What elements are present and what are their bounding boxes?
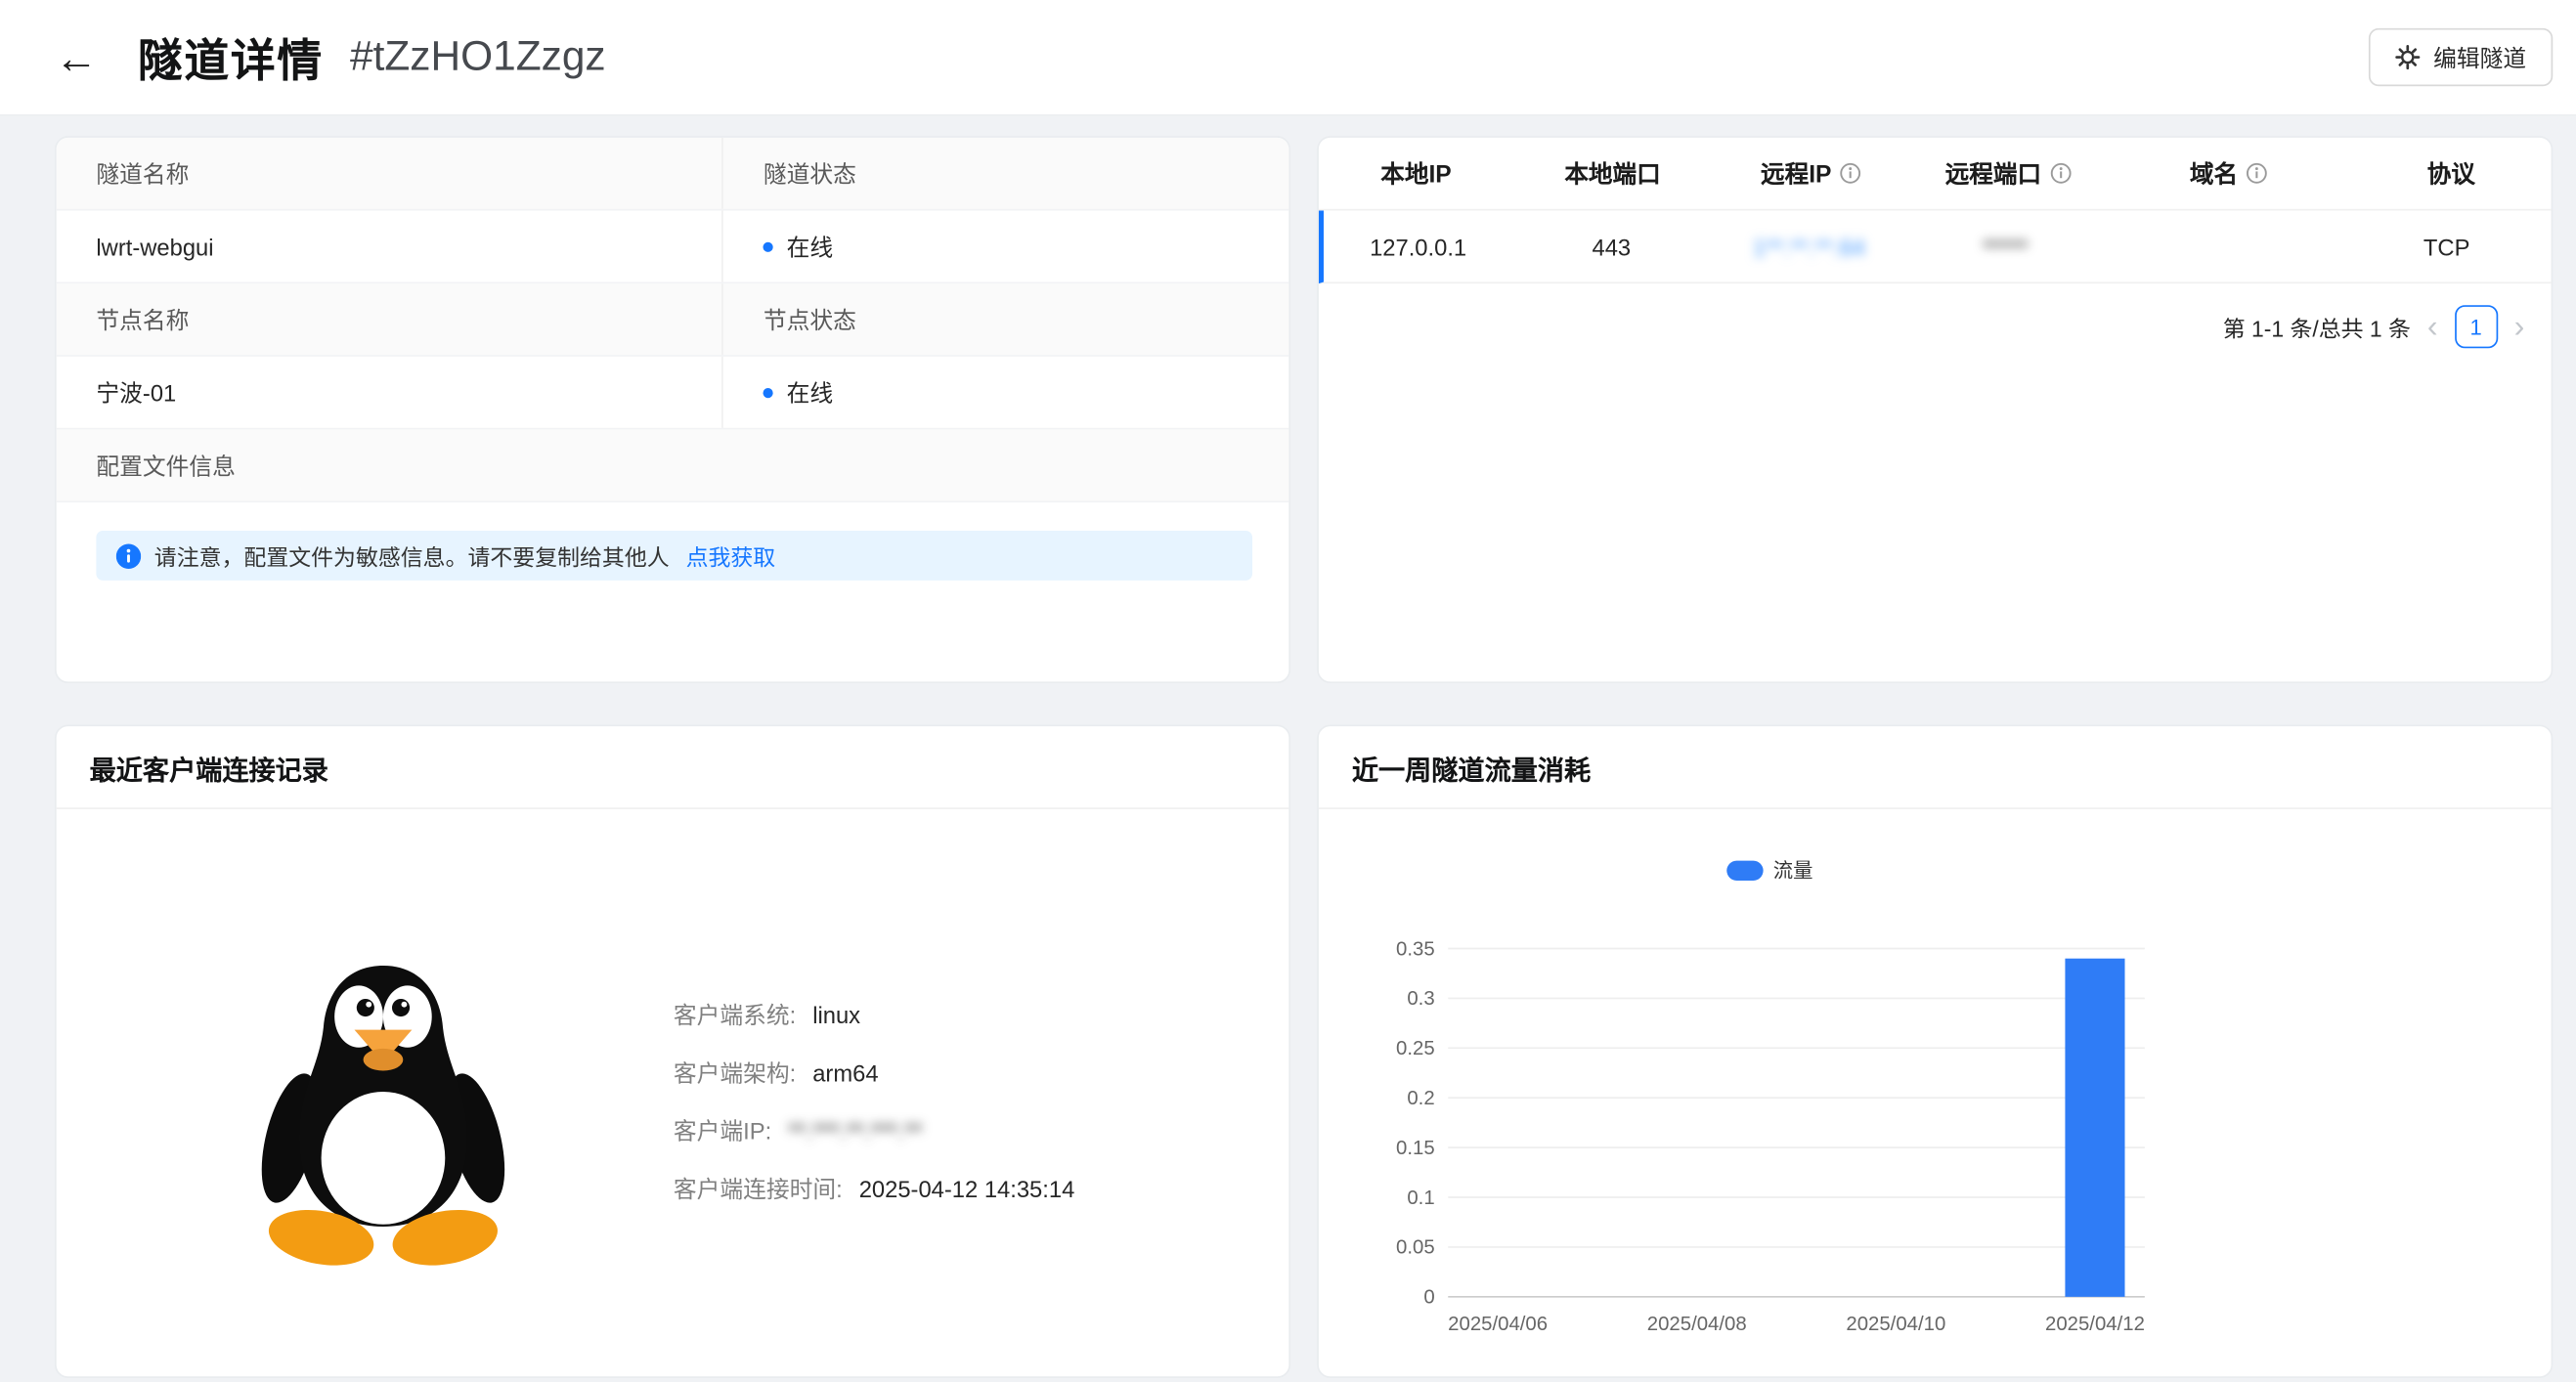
content: 隧道名称 隧道状态 lwrt-webgui 在线 节点名称 节点状态 宁波-01…: [0, 116, 2576, 1378]
col-label: 远程端口: [1944, 162, 2042, 190]
client-card-body: 客户端系统: linux 客户端架构: arm64 客户端IP: **.***.…: [57, 809, 1289, 1376]
col-header-local-ip: 本地IP: [1319, 155, 1513, 191]
client-system-row: 客户端系统: linux: [674, 1004, 1074, 1027]
client-ip-row: 客户端IP: **.***.**.***.**: [674, 1119, 1074, 1143]
info-icon: [115, 542, 142, 569]
page: ← 隧道详情 #tZzHO1Zzgz 编辑隧道 隧道名称 隧道状态 lwrt-w…: [0, 0, 2576, 1382]
client-card-title: 最近客户端连接记录: [56, 726, 1289, 809]
config-alert: 请注意，配置文件为敏感信息。请不要复制给其他人 点我获取: [96, 530, 1253, 581]
client-system-value: linux: [812, 1001, 861, 1028]
node-status-value: 在线: [721, 356, 1288, 428]
gear-icon: [2395, 45, 2421, 70]
traffic-chart-holder: 流量 0 0.05 0.1 0.15 0.2 0.25 0.3 0.35 2025/04/06 20…: [1352, 829, 2552, 1364]
alert-text: 请注意，配置文件为敏感信息。请不要复制给其他人: [153, 545, 670, 571]
col-label: 远程IP: [1760, 162, 1832, 190]
page-header: ← 隧道详情 #tZzHO1Zzgz 编辑隧道: [0, 0, 2576, 116]
client-fields: 客户端系统: linux 客户端架构: arm64 客户端IP: **.***.…: [674, 1004, 1074, 1236]
local-ip-value: 127.0.0.1: [1370, 233, 1467, 260]
node-status-label: 节点状态: [721, 283, 1288, 356]
col-header-protocol: 协议: [2351, 155, 2551, 191]
col-header-local-port: 本地端口: [1513, 155, 1712, 191]
prev-page-button[interactable]: ‹: [2427, 311, 2438, 342]
col-label: 协议: [2426, 162, 2475, 190]
col-label: 域名: [2189, 162, 2239, 190]
table-row: 配置文件信息: [56, 429, 1289, 503]
svg-text:流量: 流量: [1773, 860, 1813, 883]
col-header-remote-port: 远程端口: [1910, 155, 2106, 191]
page-number-button[interactable]: 1: [2454, 305, 2498, 349]
client-connection-card: 最近客户端连接记录 客户端系统: linux 客户端架构: arm64 客户端I…: [54, 724, 1291, 1378]
page-title: 隧道详情: [137, 36, 324, 87]
col-header-domain: 域名: [2106, 155, 2351, 191]
online-dot-icon: [763, 387, 774, 398]
tunnel-status-value: 在线: [721, 210, 1288, 282]
svg-text:0: 0: [1423, 1287, 1434, 1309]
info-circle-icon: [1840, 162, 1861, 184]
info-circle-icon: [2050, 162, 2072, 184]
pagination: 第 1-1 条/总共 1 条 ‹ 1 ›: [1319, 283, 2552, 369]
svg-text:0.3: 0.3: [1407, 988, 1434, 1010]
node-name-label: 节点名称: [96, 306, 190, 333]
client-arch-value: arm64: [812, 1059, 879, 1087]
endpoints-card: 本地IP 本地端口 远程IP 远程端口 域名 协议 127.0.0.1 443 …: [1317, 136, 2554, 684]
tunnel-id: #tZzHO1Zzgz: [350, 32, 606, 80]
client-time-label: 客户端连接时间:: [673, 1175, 843, 1203]
tunnel-info-card: 隧道名称 隧道状态 lwrt-webgui 在线 节点名称 节点状态 宁波-01…: [54, 136, 1291, 684]
get-config-link[interactable]: 点我获取: [686, 539, 776, 572]
col-header-remote-ip: 远程IP: [1712, 155, 1910, 191]
svg-text:0.35: 0.35: [1396, 938, 1435, 960]
table-row: 宁波-01 在线: [56, 356, 1289, 430]
svg-text:2025/04/10: 2025/04/10: [1846, 1314, 1945, 1335]
svg-text:2025/04/06: 2025/04/06: [1448, 1314, 1548, 1335]
online-dot-icon: [763, 240, 774, 252]
next-page-button[interactable]: ›: [2514, 311, 2525, 342]
tunnel-status-text: 在线: [786, 233, 834, 260]
client-time-value: 2025-04-12 14:35:14: [858, 1175, 1075, 1203]
client-ip-value: **.***.**.***.**: [788, 1117, 923, 1144]
client-time-row: 客户端连接时间: 2025-04-12 14:35:14: [674, 1178, 1074, 1201]
tunnel-name-value: lwrt-webgui: [96, 233, 214, 260]
traffic-card-title: 近一周隧道流量消耗: [1318, 726, 2552, 809]
edit-tunnel-label: 编辑隧道: [2433, 43, 2527, 71]
traffic-card: 近一周隧道流量消耗 流量 0 0.05 0.1 0.15 0.2 0.25 0.3 0.35 20…: [1317, 724, 2554, 1378]
back-arrow-icon[interactable]: ←: [55, 35, 98, 78]
svg-text:2025/04/12: 2025/04/12: [2045, 1314, 2145, 1335]
table-row: 隧道名称 隧道状态: [56, 137, 1289, 211]
client-ip-label: 客户端IP:: [673, 1117, 772, 1144]
table-row: lwrt-webgui 在线: [56, 210, 1289, 284]
col-label: 本地IP: [1380, 162, 1452, 190]
client-arch-label: 客户端架构:: [673, 1059, 797, 1087]
pagination-summary: 第 1-1 条/总共 1 条: [2222, 317, 2411, 342]
config-file-label: 配置文件信息: [96, 452, 236, 479]
client-arch-row: 客户端架构: arm64: [674, 1061, 1074, 1085]
info-circle-icon: [2247, 162, 2268, 184]
table-row: 节点名称 节点状态: [56, 283, 1289, 357]
edit-tunnel-button[interactable]: 编辑隧道: [2368, 27, 2554, 87]
remote-ip-value: 1**.**.**.64: [1752, 233, 1865, 260]
remote-port-value: *****: [1983, 233, 2029, 260]
endpoints-header-row: 本地IP 本地端口 远程IP 远程端口 域名 协议: [1318, 138, 2552, 211]
node-status-text: 在线: [786, 378, 834, 406]
svg-text:0.25: 0.25: [1396, 1038, 1435, 1059]
node-name-value: 宁波-01: [96, 378, 177, 406]
endpoint-row: 127.0.0.1 443 1**.**.**.64 ***** TCP: [1318, 210, 2552, 284]
local-port-value: 443: [1592, 233, 1632, 260]
svg-text:0.15: 0.15: [1396, 1138, 1435, 1159]
svg-text:0.1: 0.1: [1407, 1188, 1434, 1209]
svg-text:0.2: 0.2: [1407, 1088, 1434, 1109]
traffic-bar-chart: 流量 0 0.05 0.1 0.15 0.2 0.25 0.3 0.35 2025/04/06 20…: [1396, 860, 2145, 1335]
protocol-value: TCP: [2423, 233, 2470, 260]
linux-tux-icon: [250, 949, 515, 1277]
svg-text:2025/04/08: 2025/04/08: [1647, 1314, 1747, 1335]
client-system-label: 客户端系统:: [673, 1001, 797, 1028]
tunnel-name-label: 隧道名称: [96, 159, 190, 187]
svg-text:0.05: 0.05: [1396, 1237, 1435, 1259]
col-label: 本地端口: [1564, 162, 1661, 190]
tunnel-status-label: 隧道状态: [721, 137, 1288, 209]
